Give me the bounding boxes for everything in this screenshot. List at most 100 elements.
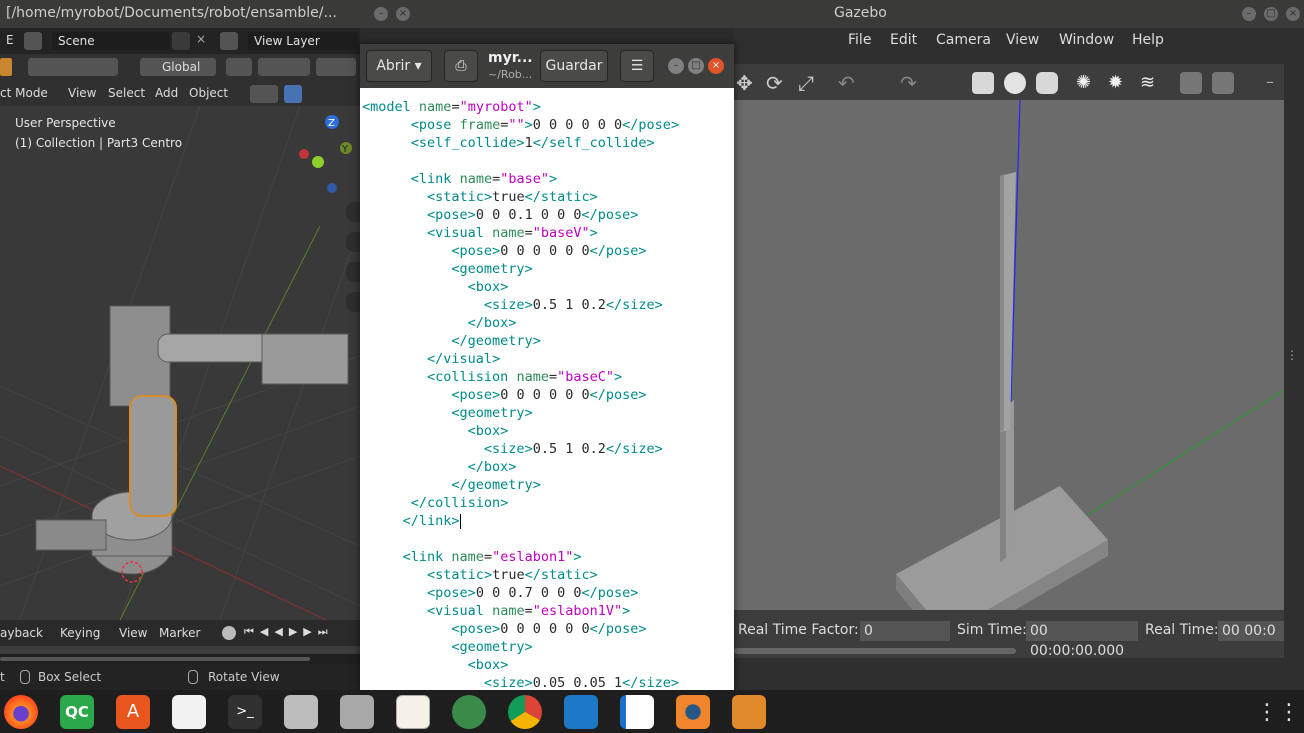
- code-line[interactable]: </visual>: [362, 350, 679, 368]
- show-apps-icon[interactable]: ⋮⋮⋮: [1256, 695, 1304, 731]
- code-editor-area[interactable]: <model name="myrobot"> <pose frame="">0 …: [362, 98, 679, 690]
- code-line[interactable]: </collision>: [362, 494, 679, 512]
- pan-icon[interactable]: [346, 232, 360, 252]
- save-button[interactable]: Guardar: [540, 50, 608, 82]
- box-icon[interactable]: [732, 695, 766, 729]
- menu-camera[interactable]: Camera: [936, 32, 991, 48]
- text-editor-icon-red[interactable]: [172, 695, 206, 729]
- visibility-icon[interactable]: [250, 85, 278, 103]
- menu-help[interactable]: Help: [1132, 32, 1164, 48]
- scene-icon[interactable]: [24, 32, 42, 50]
- scene-field[interactable]: Scene: [52, 32, 170, 50]
- menu-add[interactable]: Add: [155, 86, 178, 100]
- code-line[interactable]: <geometry>: [362, 638, 679, 656]
- code-line[interactable]: </box>: [362, 314, 679, 332]
- timeline-view-menu[interactable]: View: [119, 626, 147, 640]
- hamburger-menu-icon[interactable]: ☰: [620, 50, 654, 82]
- terminal-icon[interactable]: >_: [228, 695, 262, 729]
- minimize-icon[interactable]: –: [374, 7, 388, 21]
- code-line[interactable]: <box>: [362, 422, 679, 440]
- code-line[interactable]: [362, 152, 679, 170]
- blender-viewport[interactable]: User Perspective (1) Collection | Part3 …: [0, 106, 360, 620]
- open-button[interactable]: Abrir ▾: [366, 50, 432, 82]
- code-line[interactable]: <box>: [362, 656, 679, 674]
- code-line[interactable]: <pose>0 0 0.1 0 0 0</pose>: [362, 206, 679, 224]
- spot-light-icon[interactable]: ✹: [1108, 72, 1130, 94]
- code-line[interactable]: </link>: [362, 512, 679, 530]
- chrome-icon[interactable]: [508, 695, 542, 729]
- software-center-icon[interactable]: A: [116, 695, 150, 729]
- close-icon[interactable]: ×: [708, 58, 724, 74]
- copy-icon[interactable]: [172, 32, 190, 50]
- gedit-icon[interactable]: [396, 695, 430, 729]
- blender-icon[interactable]: [676, 695, 710, 729]
- close-icon[interactable]: ×: [396, 7, 410, 21]
- snap-icon[interactable]: [258, 58, 310, 76]
- maximize-icon[interactable]: □: [1264, 7, 1278, 21]
- menu-object[interactable]: Object: [189, 86, 228, 100]
- copy-icon[interactable]: [1180, 72, 1202, 94]
- atom-icon[interactable]: [452, 695, 486, 729]
- paste-icon[interactable]: [1212, 72, 1234, 94]
- code-line[interactable]: <visual name="baseV">: [362, 224, 679, 242]
- code-line[interactable]: [362, 530, 679, 548]
- marker-menu[interactable]: Marker: [159, 626, 200, 640]
- code-line[interactable]: </geometry>: [362, 332, 679, 350]
- tool-select-icon[interactable]: [0, 58, 12, 76]
- menu-view[interactable]: View: [1006, 32, 1039, 48]
- code-line[interactable]: <box>: [362, 278, 679, 296]
- files-icon[interactable]: [340, 695, 374, 729]
- directional-light-icon[interactable]: ≋: [1140, 72, 1162, 94]
- vscode-icon[interactable]: [564, 695, 598, 729]
- code-line[interactable]: </box>: [362, 458, 679, 476]
- code-line[interactable]: <pose frame="">0 0 0 0 0 0</pose>: [362, 116, 679, 134]
- undo-icon[interactable]: ↶: [838, 72, 860, 94]
- code-line[interactable]: <geometry>: [362, 404, 679, 422]
- gizmo-icon[interactable]: [284, 85, 302, 103]
- view-layer-icon[interactable]: [220, 32, 238, 50]
- code-line[interactable]: <self_collide>1</self_collide>: [362, 134, 679, 152]
- menu-edit[interactable]: Edit: [890, 32, 917, 48]
- translate-icon[interactable]: ✥: [736, 72, 758, 94]
- point-light-icon[interactable]: ✺: [1076, 72, 1098, 94]
- maximize-icon[interactable]: □: [688, 58, 704, 74]
- redo-icon[interactable]: ↷: [900, 72, 922, 94]
- record-icon[interactable]: [222, 626, 236, 640]
- menu-window[interactable]: Window: [1059, 32, 1114, 48]
- zoom-icon[interactable]: [346, 202, 360, 222]
- orientation-select[interactable]: Global: [140, 58, 216, 76]
- menu-file[interactable]: File: [848, 32, 871, 48]
- rotate-icon[interactable]: ⟳: [766, 72, 788, 94]
- toolbar-menu-icon[interactable]: –: [1266, 72, 1274, 91]
- code-line[interactable]: <visual name="eslabon1V">: [362, 602, 679, 620]
- code-line[interactable]: <link name="base">: [362, 170, 679, 188]
- camera-view-icon[interactable]: [346, 262, 360, 282]
- code-line[interactable]: <static>true</static>: [362, 188, 679, 206]
- code-line[interactable]: <pose>0 0 0 0 0 0</pose>: [362, 386, 679, 404]
- code-line[interactable]: <pose>0 0 0.7 0 0 0</pose>: [362, 584, 679, 602]
- close-icon[interactable]: ×: [1286, 7, 1300, 21]
- firefox-icon[interactable]: [4, 695, 38, 729]
- code-line[interactable]: </geometry>: [362, 476, 679, 494]
- gazebo-3d-scene[interactable]: [734, 100, 1284, 610]
- camera-icon[interactable]: [284, 695, 318, 729]
- select-mode-icons[interactable]: [28, 58, 118, 76]
- sphere-shape-icon[interactable]: [1004, 72, 1026, 94]
- timeline-scrollbar[interactable]: [0, 654, 360, 664]
- code-line[interactable]: <size>0.05 0.05 1</size>: [362, 674, 679, 690]
- menu-select[interactable]: Select: [108, 86, 145, 100]
- playback-controls-icon[interactable]: ⏮◀◀▶▶⏭: [244, 625, 358, 641]
- cylinder-shape-icon[interactable]: [1036, 72, 1058, 94]
- box-shape-icon[interactable]: [972, 72, 994, 94]
- scale-icon[interactable]: ⤢: [798, 72, 820, 94]
- qc-icon[interactable]: QC: [60, 695, 94, 729]
- code-line[interactable]: <model name="myrobot">: [362, 98, 679, 116]
- code-line[interactable]: <geometry>: [362, 260, 679, 278]
- keying-menu[interactable]: Keying: [60, 626, 100, 640]
- pivot-icon[interactable]: [226, 58, 252, 76]
- menu-view[interactable]: View: [68, 86, 96, 100]
- code-line[interactable]: <static>true</static>: [362, 566, 679, 584]
- code-line[interactable]: <size>0.5 1 0.2</size>: [362, 296, 679, 314]
- code-line[interactable]: <link name="eslabon1">: [362, 548, 679, 566]
- status-scrollbar[interactable]: [734, 648, 1016, 654]
